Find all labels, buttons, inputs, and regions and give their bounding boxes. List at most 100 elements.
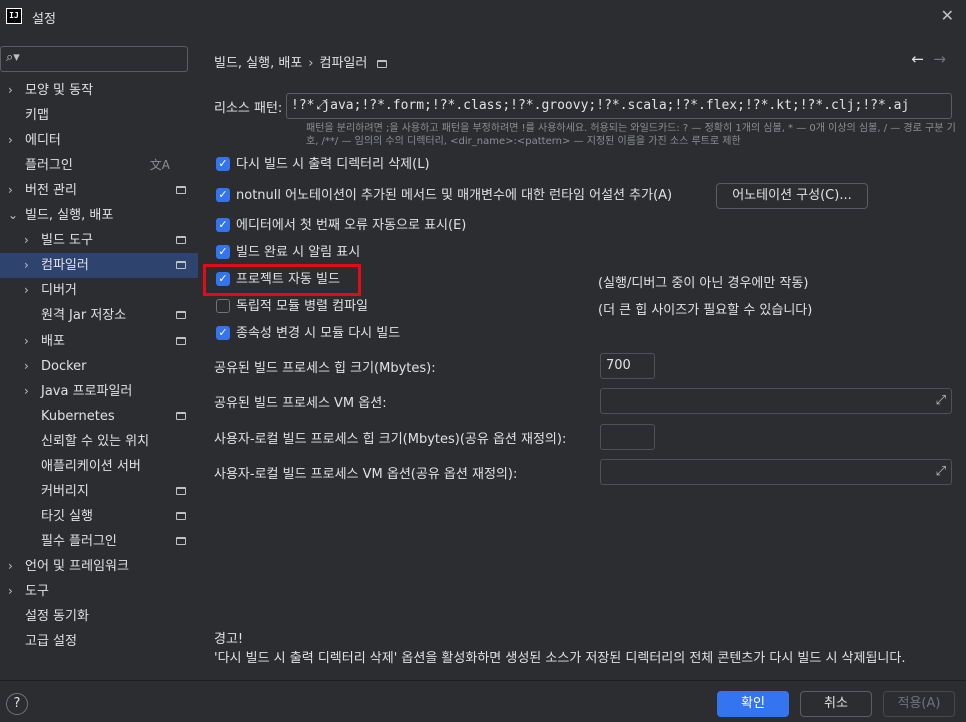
breadcrumb-current: 컴파일러 bbox=[319, 56, 368, 71]
sidebar-item-label: 신뢰할 수 있는 위치 bbox=[41, 434, 150, 449]
notify-build-checkbox[interactable]: ✓ 빌드 완료 시 알림 표시 bbox=[216, 243, 416, 263]
chevron-right-icon[interactable]: › bbox=[24, 379, 29, 404]
expand-icon[interactable]: ⤢ bbox=[936, 460, 946, 484]
chevron-right-icon[interactable]: › bbox=[8, 78, 13, 103]
project-scope-icon bbox=[176, 186, 186, 194]
sidebar-item[interactable]: › Docker bbox=[0, 354, 198, 379]
ok-button[interactable]: 확인 bbox=[717, 691, 789, 717]
rebuild-dependencies-checkbox[interactable]: ✓ 종속성 변경 시 모듈 다시 빌드 bbox=[216, 324, 466, 344]
chevron-right-icon[interactable]: › bbox=[24, 228, 29, 253]
sidebar-item[interactable]: 타깃 실행 bbox=[0, 504, 198, 529]
sidebar-item[interactable]: › 버전 관리 bbox=[0, 178, 198, 203]
sidebar-item[interactable]: › 도구 bbox=[0, 579, 198, 604]
chevron-right-icon[interactable]: › bbox=[24, 354, 29, 379]
sidebar-item[interactable]: 키맵 bbox=[0, 103, 198, 128]
sidebar-item[interactable]: › Java 프로파일러 bbox=[0, 379, 198, 404]
show-first-error-label: 에디터에서 첫 번째 오류 자동으로 표시(E) bbox=[236, 218, 467, 233]
sidebar-item-label: 컴파일러 bbox=[41, 258, 89, 273]
checkbox-checked-icon[interactable]: ✓ bbox=[216, 218, 230, 232]
expand-icon[interactable]: ⤢ bbox=[936, 389, 946, 413]
chevron-right-icon[interactable]: › bbox=[24, 278, 29, 303]
configure-annotations-button[interactable]: 어노테이션 구성(C)... bbox=[716, 183, 868, 209]
project-scope-icon bbox=[176, 261, 186, 269]
resource-patterns-input[interactable]: !?*.java;!?*.form;!?*.class;!?*.groovy;!… bbox=[286, 93, 952, 119]
checkbox-checked-icon[interactable]: ✓ bbox=[216, 245, 230, 259]
sidebar-item[interactable]: Kubernetes bbox=[0, 404, 198, 429]
shared-heap-input[interactable]: 700 bbox=[600, 353, 655, 379]
sidebar-item[interactable]: 원격 Jar 저장소 bbox=[0, 303, 198, 328]
sidebar-item[interactable]: › 모양 및 동작 bbox=[0, 78, 198, 103]
notnull-assertions-checkbox[interactable]: ✓ notnull 어노테이션이 추가된 메서드 및 매개변수에 대한 런타임 … bbox=[216, 186, 716, 206]
breadcrumb-separator: › bbox=[308, 56, 314, 71]
chevron-right-icon[interactable]: › bbox=[8, 579, 13, 604]
checkbox-checked-icon[interactable]: ✓ bbox=[216, 326, 230, 340]
shared-vm-options-input[interactable]: ⤢ bbox=[600, 388, 952, 414]
sidebar-item-label: 고급 설정 bbox=[25, 634, 77, 649]
checkbox-checked-icon[interactable]: ✓ bbox=[216, 272, 230, 286]
parallel-compile-checkbox[interactable]: 독립적 모듈 병렬 컴파일 bbox=[216, 297, 416, 317]
chevron-right-icon[interactable]: › bbox=[8, 554, 13, 579]
search-icon: ⌕▾ bbox=[6, 50, 20, 65]
sidebar-item-label: 언어 및 프레임워크 bbox=[25, 559, 129, 574]
chevron-right-icon[interactable]: › bbox=[24, 253, 29, 278]
cancel-button[interactable]: 취소 bbox=[800, 691, 872, 717]
sidebar-item-label: 커버리지 bbox=[41, 484, 89, 499]
checkbox-checked-icon[interactable]: ✓ bbox=[216, 157, 230, 171]
forward-arrow-icon[interactable]: → bbox=[933, 50, 946, 68]
chevron-right-icon[interactable]: › bbox=[24, 329, 29, 354]
sidebar-item[interactable]: 커버리지 bbox=[0, 479, 198, 504]
breadcrumb-parent: 빌드, 실행, 배포 bbox=[214, 56, 303, 71]
sidebar-item[interactable]: 설정 동기화 bbox=[0, 604, 198, 629]
sidebar-item[interactable]: ⌄ 빌드, 실행, 배포 bbox=[0, 203, 198, 228]
sidebar-item-label: 디버거 bbox=[41, 283, 77, 298]
back-arrow-icon[interactable]: ← bbox=[911, 50, 924, 68]
sidebar-item-label: 원격 Jar 저장소 bbox=[41, 308, 127, 323]
dialog-footer: ? 확인 취소 적용(A) bbox=[0, 680, 966, 722]
sidebar-item[interactable]: › 에디터 bbox=[0, 128, 198, 153]
user-heap-input[interactable] bbox=[600, 424, 655, 450]
sidebar-item[interactable]: 신뢰할 수 있는 위치 bbox=[0, 429, 198, 454]
help-icon[interactable]: ? bbox=[6, 693, 28, 715]
sidebar-item-label: 모양 및 동작 bbox=[25, 83, 94, 98]
sidebar-item-label: Kubernetes bbox=[41, 409, 115, 424]
sidebar-item-label: 배포 bbox=[41, 334, 65, 349]
sidebar-item[interactable]: › 디버거 bbox=[0, 278, 198, 303]
checkbox-unchecked-icon[interactable] bbox=[216, 299, 230, 313]
search-input[interactable]: ⌕▾ bbox=[0, 46, 188, 72]
sidebar-item[interactable]: 필수 플러그인 bbox=[0, 529, 198, 554]
sidebar-item-label: 에디터 bbox=[25, 133, 61, 148]
sidebar-item-label: 필수 플러그인 bbox=[41, 534, 117, 549]
warning-text: '다시 빌드 시 출력 디렉터리 삭제' 옵션을 활성화하면 생성된 소스가 저… bbox=[214, 651, 906, 666]
sidebar-item[interactable]: › 빌드 도구 bbox=[0, 228, 198, 253]
resource-patterns-hint: 패턴을 분리하려면 ;을 사용하고 패턴을 부정하려면 !를 사용하세요. 허용… bbox=[306, 123, 956, 147]
sidebar-item-label: 도구 bbox=[25, 584, 49, 599]
clear-output-label: 다시 빌드 시 출력 디렉터리 삭제(L) bbox=[236, 157, 430, 172]
sidebar-item-label: 타깃 실행 bbox=[41, 509, 93, 524]
clear-output-checkbox[interactable]: ✓ 다시 빌드 시 출력 디렉터리 삭제(L) bbox=[216, 155, 516, 175]
expand-icon[interactable]: ⤢ bbox=[316, 94, 946, 118]
sidebar-item[interactable]: › 언어 및 프레임워크 bbox=[0, 554, 198, 579]
warning-title: 경고! bbox=[214, 632, 244, 647]
auto-build-checkbox[interactable]: ✓ 프로젝트 자동 빌드 bbox=[216, 270, 366, 290]
auto-build-note: (실행/디버그 중이 아닌 경우에만 작동) bbox=[598, 276, 809, 291]
chevron-right-icon[interactable]: › bbox=[8, 178, 13, 203]
window-title: 설정 bbox=[32, 12, 56, 27]
chevron-right-icon[interactable]: › bbox=[8, 128, 13, 153]
user-vm-options-input[interactable]: ⤢ bbox=[600, 459, 952, 485]
apply-button[interactable]: 적용(A) bbox=[883, 691, 955, 717]
show-first-error-checkbox[interactable]: ✓ 에디터에서 첫 번째 오류 자동으로 표시(E) bbox=[216, 216, 516, 236]
sidebar-item[interactable]: 고급 설정 bbox=[0, 629, 198, 654]
sidebar-item[interactable]: › 배포 bbox=[0, 329, 198, 354]
checkbox-checked-icon[interactable]: ✓ bbox=[216, 188, 230, 202]
rebuild-dependencies-label: 종속성 변경 시 모듈 다시 빌드 bbox=[236, 326, 401, 341]
sidebar-item-label: 플러그인 bbox=[25, 158, 73, 173]
parallel-compile-label: 독립적 모듈 병렬 컴파일 bbox=[236, 299, 368, 314]
project-scope-icon bbox=[176, 412, 186, 420]
sidebar-item[interactable]: › 컴파일러 bbox=[0, 253, 198, 278]
translate-icon: 文A bbox=[149, 158, 170, 172]
project-scope-icon bbox=[176, 236, 186, 244]
sidebar-item[interactable]: 플러그인 文A bbox=[0, 153, 198, 178]
chevron-down-icon[interactable]: ⌄ bbox=[8, 203, 18, 228]
sidebar-item[interactable]: 애플리케이션 서버 bbox=[0, 454, 198, 479]
close-icon[interactable]: ✕ bbox=[941, 6, 954, 25]
